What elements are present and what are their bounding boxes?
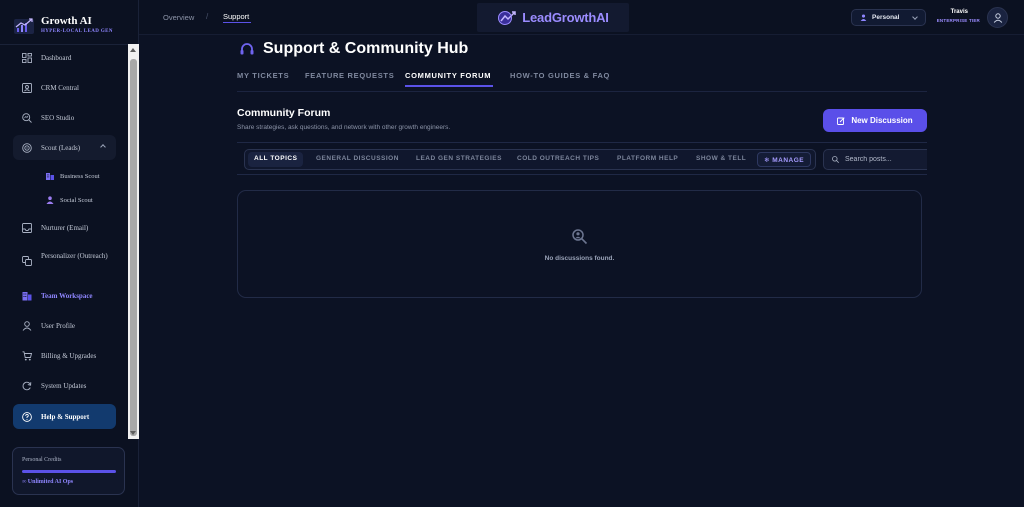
sidebar-item-label: Personalizer (Outreach): [41, 252, 108, 260]
credits-progress-fill: [22, 470, 116, 473]
scrollbar-thumb[interactable]: [130, 59, 137, 436]
user-icon: [22, 320, 32, 331]
sidebar-subitem-social-scout[interactable]: Social Scout: [46, 193, 93, 207]
cart-icon: [22, 350, 32, 360]
sidebar-item-nurturer-email[interactable]: Nurturer (Email): [13, 215, 116, 240]
topbar: Overview / Support LeadGrowthAI Personal…: [139, 0, 1024, 35]
leadgrowth-logo-icon: [498, 10, 517, 25]
contact-card-icon: [22, 82, 32, 93]
user-tier: ENTERPRISE TIER: [936, 18, 980, 23]
sidebar-subitem-label: Business Scout: [60, 172, 100, 180]
copy-icon: [22, 256, 32, 266]
breadcrumb-support[interactable]: Support: [223, 12, 249, 21]
search-icon: [832, 156, 839, 163]
topic-cold-outreach-tips[interactable]: COLD OUTREACH TIPS: [517, 155, 599, 162]
sidebar-item-label: System Updates: [41, 381, 87, 390]
sidebar-item-user-profile[interactable]: User Profile: [13, 313, 116, 338]
tab-active-underline: [405, 85, 493, 87]
sidebar-item-help-support[interactable]: Help & Support: [13, 404, 116, 429]
page-title: Support & Community Hub: [263, 40, 469, 57]
sidebar-scrollbar[interactable]: [128, 44, 139, 439]
sidebar-subitem-business-scout[interactable]: Business Scout: [46, 169, 100, 183]
user-name: Travis: [950, 9, 968, 15]
scroll-up-arrow-icon[interactable]: [130, 48, 136, 52]
search-person-icon: [572, 229, 588, 245]
chevron-up-icon: [100, 144, 106, 150]
sidebar-item-team-workspace[interactable]: Team Workspace: [13, 283, 116, 308]
growth-logo-icon: [14, 18, 34, 34]
brand: Growth AI HYPER-LOCAL LEAD GEN: [13, 13, 138, 43]
search-box: [823, 149, 927, 170]
brand-title: Growth AI: [41, 15, 92, 27]
grid-icon: [22, 52, 32, 63]
new-discussion-button[interactable]: New Discussion: [823, 109, 927, 132]
sidebar: Growth AI HYPER-LOCAL LEAD GEN Dashboard…: [0, 0, 139, 507]
credits-ops: ∞ Unlimited AI Ops: [22, 479, 74, 485]
empty-state-text: No discussions found.: [544, 255, 615, 262]
building-icon: [22, 291, 32, 300]
sidebar-item-system-updates[interactable]: System Updates: [13, 373, 116, 398]
sidebar-item-crm-central[interactable]: CRM Central: [13, 75, 116, 100]
tab-community-forum[interactable]: COMMUNITY FORUM: [405, 71, 491, 80]
topic-general-discussion[interactable]: GENERAL DISCUSSION: [316, 155, 399, 162]
sidebar-item-label: CRM Central: [41, 83, 79, 92]
target-icon: [22, 142, 32, 153]
sidebar-item-label: Team Workspace: [41, 291, 93, 300]
inbox-icon: [22, 222, 32, 233]
sidebar-item-label: Nurturer (Email): [41, 223, 89, 232]
sidebar-item-label: User Profile: [41, 321, 76, 330]
sidebar-item-seo-studio[interactable]: SEO Studio: [13, 105, 116, 130]
sidebar-item-label: SEO Studio: [41, 113, 75, 122]
brand-logo-center: LeadGrowthAI: [477, 3, 629, 32]
topic-lead-gen-strategies[interactable]: LEAD GEN STRATEGIES: [416, 155, 502, 162]
tab-my-tickets[interactable]: MY TICKETS: [237, 71, 289, 80]
forum-description: Share strategies, ask questions, and net…: [237, 124, 451, 131]
sidebar-item-dashboard[interactable]: Dashboard: [13, 45, 116, 70]
search-input[interactable]: [845, 156, 925, 163]
sidebar-item-personalizer-outreach[interactable]: Personalizer (Outreach): [13, 249, 116, 275]
user-icon: [860, 14, 867, 21]
breadcrumb-active-underline: [223, 22, 251, 23]
breadcrumb-separator: /: [206, 12, 209, 21]
breadcrumb-overview[interactable]: Overview: [163, 13, 194, 22]
workspace-label: Personal: [872, 14, 900, 21]
tab-bar: MY TICKETS FEATURE REQUESTS COMMUNITY FO…: [237, 68, 927, 92]
credits-progress-bar: [22, 470, 116, 473]
brand-subtitle: HYPER-LOCAL LEAD GEN: [41, 29, 113, 34]
sidebar-item-label: Billing & Upgrades: [41, 351, 97, 360]
headset-icon: [240, 43, 254, 55]
scroll-down-arrow-icon[interactable]: [130, 431, 136, 435]
credits-card: Personal Credits ∞ Unlimited AI Ops: [12, 447, 125, 495]
chevron-down-icon: [912, 14, 918, 20]
discussion-list: No discussions found.: [237, 190, 922, 298]
credits-title: Personal Credits: [22, 457, 62, 463]
topic-pills: ALL TOPICS GENERAL DISCUSSION LEAD GEN S…: [244, 149, 816, 170]
topic-show-and-tell[interactable]: SHOW & TELL: [696, 155, 746, 162]
topic-filter-bar: ALL TOPICS GENERAL DISCUSSION LEAD GEN S…: [237, 142, 927, 175]
refresh-icon: [22, 381, 32, 390]
buildings-icon: [46, 173, 54, 180]
new-discussion-label: New Discussion: [851, 116, 913, 125]
sidebar-item-billing-upgrades[interactable]: Billing & Upgrades: [13, 343, 116, 368]
edit-icon: [837, 116, 845, 125]
tab-feature-requests[interactable]: FEATURE REQUESTS: [305, 71, 394, 80]
workspace-select[interactable]: Personal: [851, 9, 926, 26]
avatar[interactable]: [987, 7, 1008, 28]
sidebar-item-label: Help & Support: [41, 412, 90, 421]
manage-topics-button[interactable]: ❄ MANAGE: [757, 152, 812, 167]
topic-platform-help[interactable]: PLATFORM HELP: [617, 155, 678, 162]
sidebar-item-label: Dashboard: [41, 53, 72, 62]
sidebar-item-scout-leads[interactable]: Scout (Leads): [13, 135, 116, 160]
question-icon: [22, 411, 32, 422]
sidebar-nav: Dashboard CRM Central SEO Studio Scout (…: [13, 45, 126, 435]
search-chart-icon: [22, 112, 32, 123]
sidebar-subitem-label: Social Scout: [60, 196, 93, 204]
forum-title: Community Forum: [237, 107, 331, 119]
topic-all-topics[interactable]: ALL TOPICS: [248, 152, 304, 167]
sidebar-item-label: Scout (Leads): [41, 143, 81, 152]
tab-how-to-guides-faq[interactable]: HOW-TO GUIDES & FAQ: [510, 71, 610, 80]
brand-name: LeadGrowthAI: [522, 10, 609, 25]
user-icon: [993, 12, 1002, 23]
user-group-icon: [46, 196, 54, 204]
